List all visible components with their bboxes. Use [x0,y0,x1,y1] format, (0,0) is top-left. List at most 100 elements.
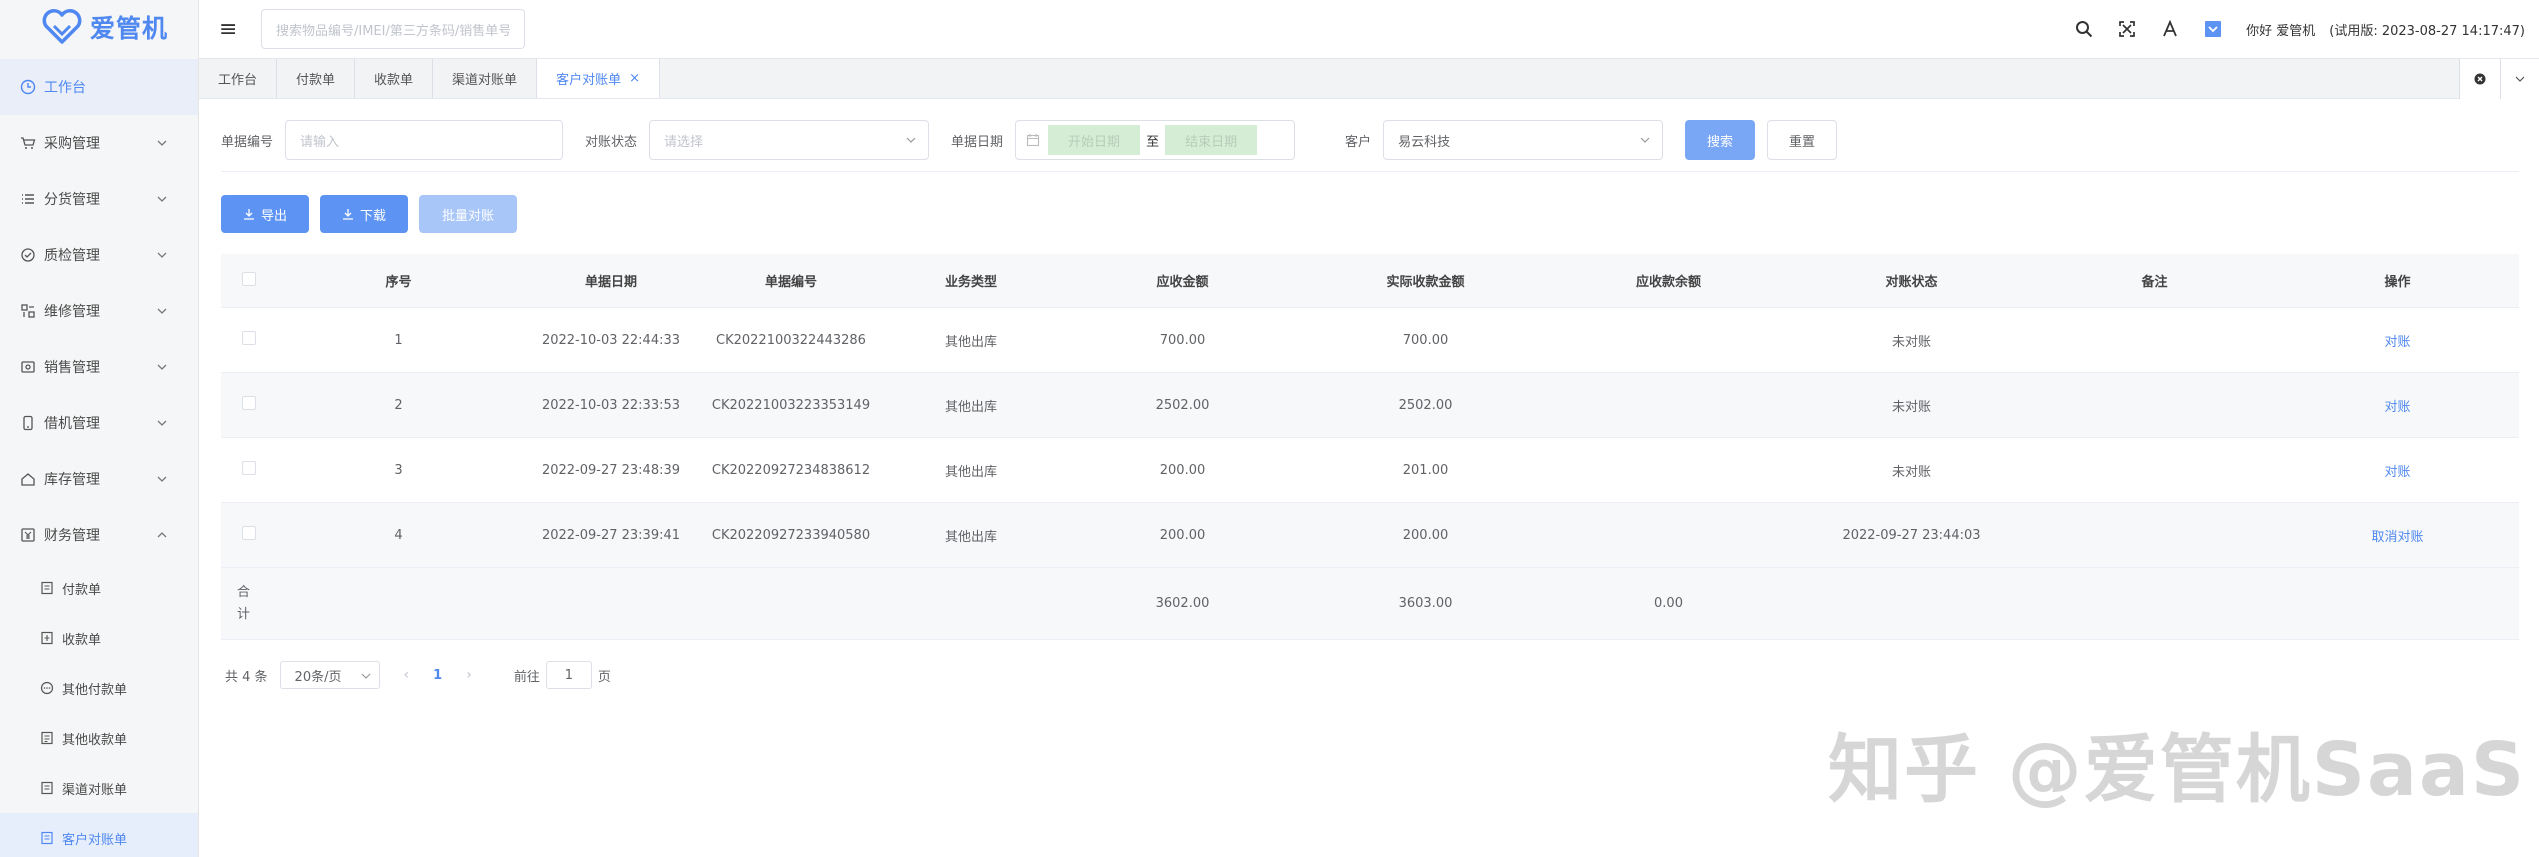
doc-no-input[interactable]: 请输入 [285,120,564,160]
tab-label: 付款单 [296,73,336,88]
export-button[interactable]: 导出 [221,195,309,233]
chevron-down-icon [361,673,370,679]
summary-balance: 0.00 [1654,596,1683,611]
reset-button[interactable]: 重置 [1767,120,1838,160]
sidebar-item-sales[interactable]: 销售管理 [0,339,198,395]
row-checkbox[interactable] [241,396,256,410]
sidebar-item-loan[interactable]: 借机管理 [0,395,198,451]
customer-label: 客户 [1345,134,1372,150]
row-select-cell [221,461,276,479]
tab-channel-statement[interactable]: 渠道对账单 [433,59,538,98]
date-range-picker[interactable]: 开始日期 至 结束日期 [1015,120,1296,160]
sidebar-item-label: 工作台 [44,80,86,96]
sidebar-subitem-receipt[interactable]: 收款单 [0,613,198,663]
sidebar-subitem-other-receipt[interactable]: 其他收款单 [0,713,198,763]
close-all-tabs-icon[interactable] [2460,59,2500,99]
goto-page-input[interactable]: 1 [545,661,592,689]
cell-code: CK20221003223353149 [711,397,871,413]
sidebar-item-label: 质检管理 [44,248,100,264]
goto-label: 前往 [513,669,540,685]
chevron-down-icon [1640,137,1650,143]
cell-receivable: 200.00 [1159,462,1206,478]
tab-workbench[interactable]: 工作台 [199,59,278,98]
logo[interactable]: 爱管机 [0,0,198,54]
close-icon[interactable]: × [629,71,640,86]
sidebar-item-workbench[interactable]: 工作台 [0,59,198,115]
col-header: 单据编号 [764,275,817,290]
sale-icon [20,359,36,375]
col-header: 备注 [2141,275,2168,290]
cell-receivable: 2502.00 [1155,397,1210,413]
summary-label-line: 合 [237,584,251,600]
chevron-down-icon [157,420,167,426]
sidebar-item-allocation[interactable]: 分货管理 [0,171,198,227]
chevron-down-icon [157,140,167,146]
row-checkbox[interactable] [241,331,256,345]
customer-value: 易云科技 [1398,134,1451,150]
tab-menu-chevron-down-icon[interactable] [2499,59,2539,99]
row-select-cell [221,526,276,544]
prev-page-button[interactable]: ‹ [404,667,410,683]
sidebar-item-inventory[interactable]: 库存管理 [0,451,198,507]
sidebar-item-repair[interactable]: 维修管理 [0,283,198,339]
cell-type: 其他出库 [944,399,997,415]
user-greeting[interactable]: 你好 爱管机 [2246,20,2315,39]
theme-icon[interactable] [2203,19,2223,39]
heart-logo-icon [42,9,82,44]
row-checkbox[interactable] [241,526,256,540]
row-checkbox[interactable] [241,461,256,475]
date-end-input[interactable]: 结束日期 [1165,125,1258,155]
sidebar-subitem-customer-statement[interactable]: 客户对账单 [0,813,198,857]
font-size-icon[interactable] [2160,19,2180,39]
download-button[interactable]: 下载 [320,195,408,233]
pagination: 共 4 条 20条/页 ‹ 1 › 前往 1 页 [225,661,611,689]
sidebar-item-inspection[interactable]: 质检管理 [0,227,198,283]
sidebar-subitem-payment[interactable]: 付款单 [0,563,198,613]
cell-date: 2022-09-27 23:39:41 [541,527,681,543]
reconcile-link[interactable]: 对账 [2276,396,2519,415]
search-icon[interactable] [2074,19,2094,39]
sidebar: 爱管机 工作台 采购管理 分货管理 质检管理 维修管理 销售管理 借机管理 库存… [0,0,199,857]
cancel-reconcile-link[interactable]: 取消对账 [2276,526,2519,545]
sidebar-subitem-label: 客户对账单 [62,832,128,848]
page-number[interactable]: 1 [433,668,442,683]
next-page-button[interactable]: › [466,667,472,683]
date-start-input[interactable]: 开始日期 [1048,125,1141,155]
tab-payment[interactable]: 付款单 [277,59,356,98]
page-size-select[interactable]: 20条/页 [279,661,380,689]
page-unit: 页 [597,669,611,685]
doc-no-placeholder: 请输入 [300,134,340,150]
reconcile-link[interactable]: 对账 [2276,461,2519,480]
cell-received: 200.00 [1402,527,1449,543]
more-icon [40,681,54,695]
cell-status: 未对账 [1891,464,1931,480]
select-all-checkbox[interactable] [241,271,256,286]
badge-icon [20,247,36,263]
doc-icon [40,831,54,845]
tab-receipt[interactable]: 收款单 [355,59,434,98]
filter-divider [221,171,2519,172]
status-select[interactable]: 请选择 [649,120,930,160]
search-button[interactable]: 搜索 [1685,120,1756,160]
global-search-input[interactable]: 搜索物品编号/IMEI/第三方条码/销售单号 [261,9,525,49]
sidebar-item-purchase[interactable]: 采购管理 [0,115,198,171]
tab-label: 渠道对账单 [452,73,518,88]
chevron-down-icon [157,308,167,314]
batch-reconcile-button[interactable]: 批量对账 [419,195,517,233]
tab-customer-statement[interactable]: 客户对账单 × [537,59,660,98]
col-header: 操作 [2384,275,2411,290]
sidebar-subitem-channel-statement[interactable]: 渠道对账单 [0,763,198,813]
table-row: 4 2022-09-27 23:39:41 CK2022092723394058… [221,503,2519,568]
hamburger-menu-icon[interactable]: ≡ [219,17,243,42]
search-placeholder: 搜索物品编号/IMEI/第三方条码/销售单号 [276,23,510,39]
cell-no: 4 [394,527,403,543]
col-header: 业务类型 [944,275,997,290]
summary-label-line: 计 [237,606,251,622]
reconcile-link[interactable]: 对账 [2276,331,2519,350]
sidebar-item-label: 借机管理 [44,416,100,432]
sidebar-item-finance[interactable]: 财务管理 [0,507,198,563]
tab-label: 工作台 [218,73,258,88]
customer-select[interactable]: 易云科技 [1383,120,1664,160]
fullscreen-icon[interactable] [2117,19,2137,39]
sidebar-subitem-other-payment[interactable]: 其他付款单 [0,663,198,713]
